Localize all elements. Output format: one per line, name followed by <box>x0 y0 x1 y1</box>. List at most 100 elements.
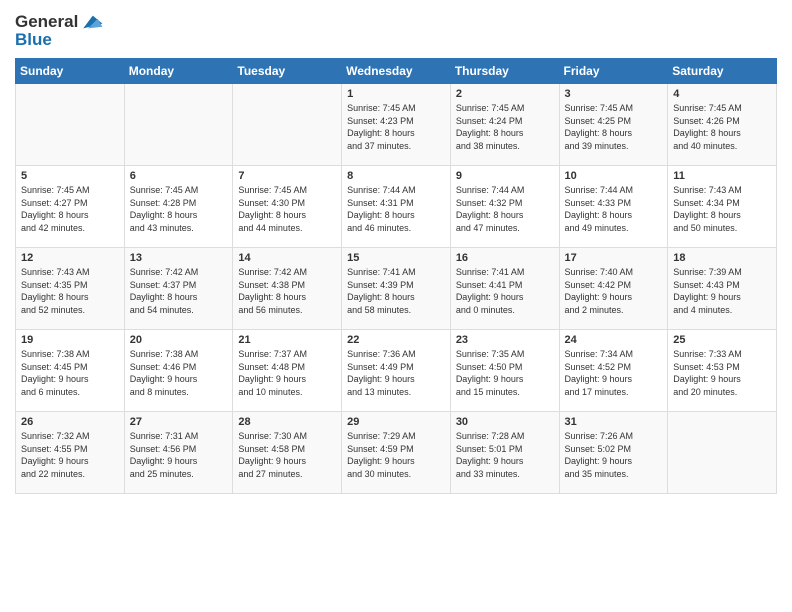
day-number: 9 <box>456 170 554 182</box>
day-number: 19 <box>21 334 119 346</box>
day-number: 10 <box>565 170 663 182</box>
weekday-header-saturday: Saturday <box>668 59 777 84</box>
day-content: Sunrise: 7:28 AM Sunset: 5:01 PM Dayligh… <box>456 430 554 480</box>
weekday-header-friday: Friday <box>559 59 668 84</box>
day-number: 20 <box>130 334 228 346</box>
day-content: Sunrise: 7:37 AM Sunset: 4:48 PM Dayligh… <box>238 348 336 398</box>
day-content: Sunrise: 7:42 AM Sunset: 4:37 PM Dayligh… <box>130 266 228 316</box>
day-number: 1 <box>347 88 445 100</box>
day-cell: 14Sunrise: 7:42 AM Sunset: 4:38 PM Dayli… <box>233 248 342 330</box>
weekday-header-thursday: Thursday <box>450 59 559 84</box>
weekday-header-row: SundayMondayTuesdayWednesdayThursdayFrid… <box>16 59 777 84</box>
day-number: 3 <box>565 88 663 100</box>
day-content: Sunrise: 7:45 AM Sunset: 4:28 PM Dayligh… <box>130 184 228 234</box>
day-content: Sunrise: 7:45 AM Sunset: 4:26 PM Dayligh… <box>673 102 771 152</box>
day-number: 27 <box>130 416 228 428</box>
header: General Blue <box>15 10 777 50</box>
day-content: Sunrise: 7:38 AM Sunset: 4:45 PM Dayligh… <box>21 348 119 398</box>
day-number: 4 <box>673 88 771 100</box>
day-number: 8 <box>347 170 445 182</box>
day-cell: 15Sunrise: 7:41 AM Sunset: 4:39 PM Dayli… <box>342 248 451 330</box>
week-row-5: 26 Sunrise: 7:32 AM Sunset: 4:55 PM Dayli… <box>16 412 777 494</box>
day-cell <box>16 84 125 166</box>
day-content: Sunrise: 7:45 AM Sunset: 4:25 PM Dayligh… <box>565 102 663 152</box>
day-cell <box>233 84 342 166</box>
day-cell: 13 Sunrise: 7:42 AM Sunset: 4:37 PM Dayli… <box>124 248 233 330</box>
logo: General Blue <box>15 10 104 50</box>
day-cell: 19 Sunrise: 7:38 AM Sunset: 4:45 PM Dayli… <box>16 330 125 412</box>
day-content: Sunrise: 7:42 AM Sunset: 4:38 PM Dayligh… <box>238 266 336 316</box>
day-number: 2 <box>456 88 554 100</box>
day-cell: 4 Sunrise: 7:45 AM Sunset: 4:26 PM Daylig… <box>668 84 777 166</box>
day-number: 31 <box>565 416 663 428</box>
day-content: Sunrise: 7:40 AM Sunset: 4:42 PM Dayligh… <box>565 266 663 316</box>
day-cell: 20 Sunrise: 7:38 AM Sunset: 4:46 PM Dayli… <box>124 330 233 412</box>
day-number: 18 <box>673 252 771 264</box>
day-content: Sunrise: 7:26 AM Sunset: 5:02 PM Dayligh… <box>565 430 663 480</box>
day-number: 16 <box>456 252 554 264</box>
day-content: Sunrise: 7:44 AM Sunset: 4:33 PM Dayligh… <box>565 184 663 234</box>
day-number: 15 <box>347 252 445 264</box>
day-content: Sunrise: 7:41 AM Sunset: 4:41 PM Dayligh… <box>456 266 554 316</box>
logo-icon <box>80 10 104 34</box>
day-cell: 25 Sunrise: 7:33 AM Sunset: 4:53 PM Dayli… <box>668 330 777 412</box>
day-number: 26 <box>21 416 119 428</box>
day-cell: 8Sunrise: 7:44 AM Sunset: 4:31 PM Daylig… <box>342 166 451 248</box>
day-content: Sunrise: 7:43 AM Sunset: 4:35 PM Dayligh… <box>21 266 119 316</box>
weekday-header-sunday: Sunday <box>16 59 125 84</box>
week-row-1: 1 Sunrise: 7:45 AM Sunset: 4:23 PM Daylig… <box>16 84 777 166</box>
day-cell: 18 Sunrise: 7:39 AM Sunset: 4:43 PM Dayli… <box>668 248 777 330</box>
day-content: Sunrise: 7:32 AM Sunset: 4:55 PM Dayligh… <box>21 430 119 480</box>
day-number: 13 <box>130 252 228 264</box>
day-number: 24 <box>565 334 663 346</box>
day-content: Sunrise: 7:34 AM Sunset: 4:52 PM Dayligh… <box>565 348 663 398</box>
day-cell: 22Sunrise: 7:36 AM Sunset: 4:49 PM Dayli… <box>342 330 451 412</box>
day-cell <box>668 412 777 494</box>
day-number: 7 <box>238 170 336 182</box>
day-cell: 26 Sunrise: 7:32 AM Sunset: 4:55 PM Dayli… <box>16 412 125 494</box>
day-content: Sunrise: 7:45 AM Sunset: 4:23 PM Dayligh… <box>347 102 445 152</box>
day-cell: 28 Sunrise: 7:30 AM Sunset: 4:58 PM Dayli… <box>233 412 342 494</box>
weekday-header-monday: Monday <box>124 59 233 84</box>
day-content: Sunrise: 7:38 AM Sunset: 4:46 PM Dayligh… <box>130 348 228 398</box>
day-number: 30 <box>456 416 554 428</box>
day-cell: 27 Sunrise: 7:31 AM Sunset: 4:56 PM Dayli… <box>124 412 233 494</box>
day-content: Sunrise: 7:45 AM Sunset: 4:30 PM Dayligh… <box>238 184 336 234</box>
day-content: Sunrise: 7:39 AM Sunset: 4:43 PM Dayligh… <box>673 266 771 316</box>
day-cell: 3 Sunrise: 7:45 AM Sunset: 4:25 PM Daylig… <box>559 84 668 166</box>
weekday-header-wednesday: Wednesday <box>342 59 451 84</box>
day-number: 28 <box>238 416 336 428</box>
day-cell: 5 Sunrise: 7:45 AM Sunset: 4:27 PM Daylig… <box>16 166 125 248</box>
day-number: 25 <box>673 334 771 346</box>
day-cell: 17 Sunrise: 7:40 AM Sunset: 4:42 PM Dayli… <box>559 248 668 330</box>
day-cell: 11Sunrise: 7:43 AM Sunset: 4:34 PM Dayli… <box>668 166 777 248</box>
calendar-table: SundayMondayTuesdayWednesdayThursdayFrid… <box>15 58 777 494</box>
day-cell: 1 Sunrise: 7:45 AM Sunset: 4:23 PM Daylig… <box>342 84 451 166</box>
day-content: Sunrise: 7:44 AM Sunset: 4:32 PM Dayligh… <box>456 184 554 234</box>
day-cell: 16 Sunrise: 7:41 AM Sunset: 4:41 PM Dayli… <box>450 248 559 330</box>
day-cell: 23Sunrise: 7:35 AM Sunset: 4:50 PM Dayli… <box>450 330 559 412</box>
day-cell: 10 Sunrise: 7:44 AM Sunset: 4:33 PM Dayli… <box>559 166 668 248</box>
day-number: 21 <box>238 334 336 346</box>
day-number: 12 <box>21 252 119 264</box>
day-content: Sunrise: 7:31 AM Sunset: 4:56 PM Dayligh… <box>130 430 228 480</box>
day-number: 22 <box>347 334 445 346</box>
day-cell: 6Sunrise: 7:45 AM Sunset: 4:28 PM Daylig… <box>124 166 233 248</box>
day-number: 29 <box>347 416 445 428</box>
day-cell: 30 Sunrise: 7:28 AM Sunset: 5:01 PM Dayli… <box>450 412 559 494</box>
day-content: Sunrise: 7:45 AM Sunset: 4:27 PM Dayligh… <box>21 184 119 234</box>
day-content: Sunrise: 7:45 AM Sunset: 4:24 PM Dayligh… <box>456 102 554 152</box>
week-row-2: 5 Sunrise: 7:45 AM Sunset: 4:27 PM Daylig… <box>16 166 777 248</box>
day-content: Sunrise: 7:33 AM Sunset: 4:53 PM Dayligh… <box>673 348 771 398</box>
day-number: 5 <box>21 170 119 182</box>
day-content: Sunrise: 7:29 AM Sunset: 4:59 PM Dayligh… <box>347 430 445 480</box>
day-cell: 21 Sunrise: 7:37 AM Sunset: 4:48 PM Dayli… <box>233 330 342 412</box>
day-cell: 29 Sunrise: 7:29 AM Sunset: 4:59 PM Dayli… <box>342 412 451 494</box>
week-row-3: 12 Sunrise: 7:43 AM Sunset: 4:35 PM Dayli… <box>16 248 777 330</box>
logo-general-text: General <box>15 12 78 32</box>
day-number: 23 <box>456 334 554 346</box>
day-content: Sunrise: 7:30 AM Sunset: 4:58 PM Dayligh… <box>238 430 336 480</box>
day-cell: 12 Sunrise: 7:43 AM Sunset: 4:35 PM Dayli… <box>16 248 125 330</box>
day-cell: 9 Sunrise: 7:44 AM Sunset: 4:32 PM Daylig… <box>450 166 559 248</box>
day-number: 17 <box>565 252 663 264</box>
